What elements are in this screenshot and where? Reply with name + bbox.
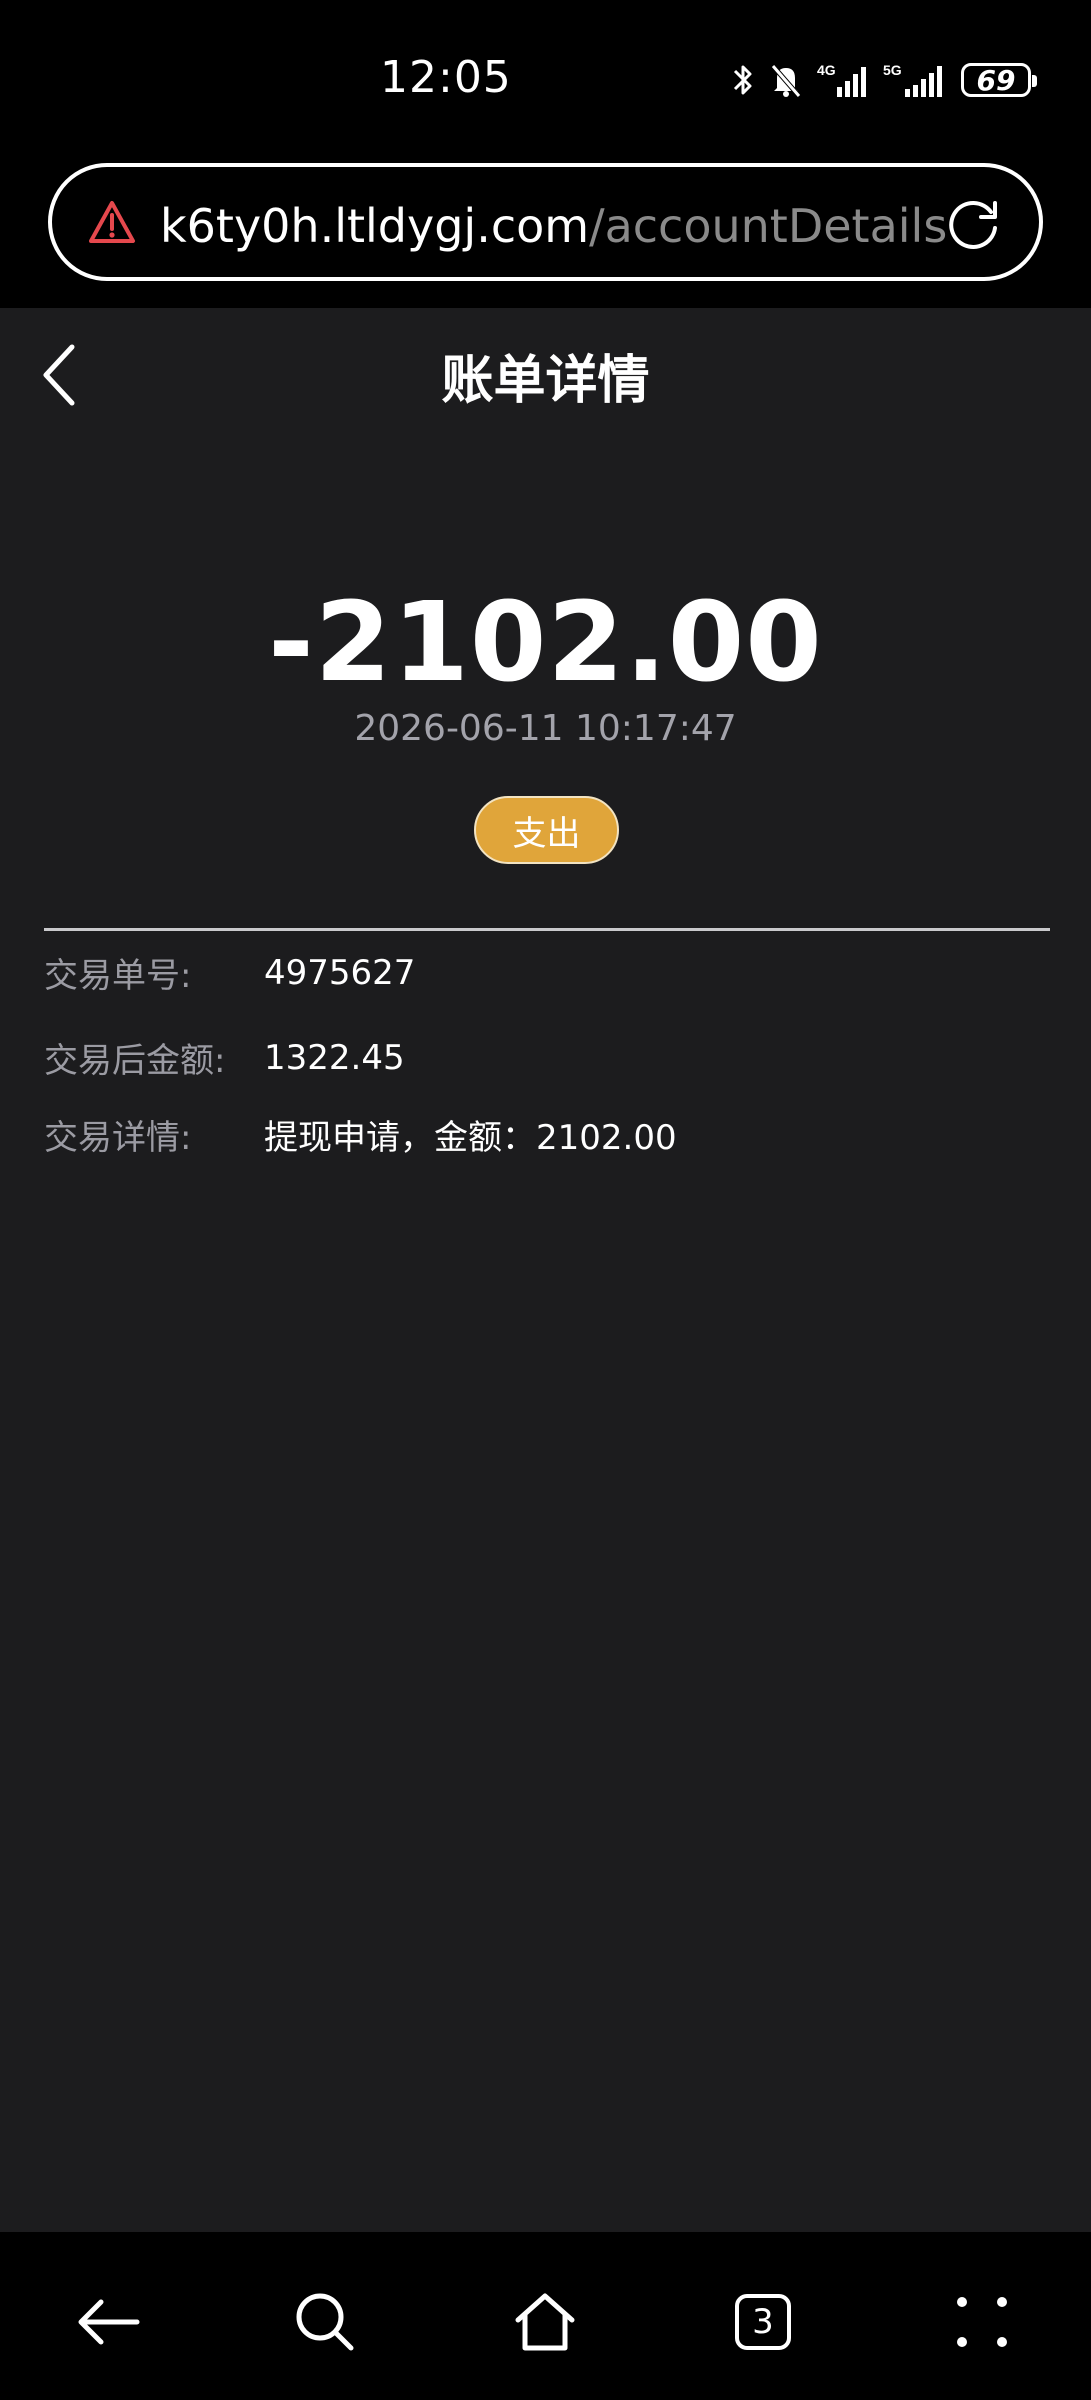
url-host: k6ty0h.ltldygj.com	[160, 199, 590, 253]
detail-label: 交易后金额:	[44, 1041, 226, 1081]
network-4g-label: 4G	[817, 62, 836, 78]
warning-icon[interactable]	[88, 199, 136, 245]
nav-search-button[interactable]	[285, 2282, 365, 2362]
home-icon	[515, 2293, 575, 2351]
browser-bottom-nav: 3	[0, 2232, 1091, 2400]
nav-home-button[interactable]	[505, 2282, 585, 2362]
bluetooth-icon	[733, 65, 752, 95]
status-icons: 4G 5G 69	[731, 60, 1037, 100]
detail-value: 4975627	[264, 952, 416, 993]
refresh-icon[interactable]	[945, 195, 1003, 253]
status-time: 12:05	[380, 52, 512, 103]
back-icon	[78, 2299, 140, 2345]
nav-back-button[interactable]	[68, 2282, 148, 2362]
detail-label: 交易详情:	[44, 1118, 192, 1158]
signal-icon-4g: 4G	[817, 62, 866, 97]
transaction-type-badge: 支出	[474, 796, 619, 864]
address-bar[interactable]: k6ty0h.ltldygj.com/accountDetails	[48, 163, 1043, 281]
status-bar: 12:05 4G 5G 69	[0, 0, 1091, 155]
transaction-amount: -2102.00	[268, 578, 823, 706]
network-5g-label: 5G	[883, 62, 902, 78]
nav-more-button[interactable]	[942, 2282, 1022, 2362]
detail-row-description: 交易详情: 提现申请，金额：2102.00	[44, 1110, 677, 1159]
divider	[44, 928, 1050, 931]
detail-label: 交易单号:	[44, 956, 192, 996]
page-title: 账单详情	[441, 351, 650, 411]
tabs-icon: 3	[735, 2294, 791, 2350]
battery-icon: 69	[961, 63, 1037, 97]
url-path: /accountDetails	[589, 199, 948, 253]
more-icon	[957, 2297, 1007, 2347]
bell-muted-icon	[771, 64, 801, 98]
transaction-datetime: 2026-06-11 10:17:47	[354, 708, 737, 749]
search-icon	[296, 2293, 354, 2351]
signal-icon-5g: 5G	[883, 62, 942, 97]
url-text[interactable]: k6ty0h.ltldygj.com/accountDetails	[160, 199, 947, 253]
detail-value: 提现申请，金额：2102.00	[264, 1118, 677, 1158]
bill-details-page: 账单详情 -2102.00 2026-06-11 10:17:47 支出 交易单…	[0, 308, 1091, 2232]
nav-tabs-button[interactable]: 3	[723, 2282, 803, 2362]
detail-row-balance-after: 交易后金额: 1322.45	[44, 1033, 405, 1082]
detail-row-order-number: 交易单号: 4975627	[44, 948, 415, 997]
detail-value: 1322.45	[264, 1037, 405, 1078]
